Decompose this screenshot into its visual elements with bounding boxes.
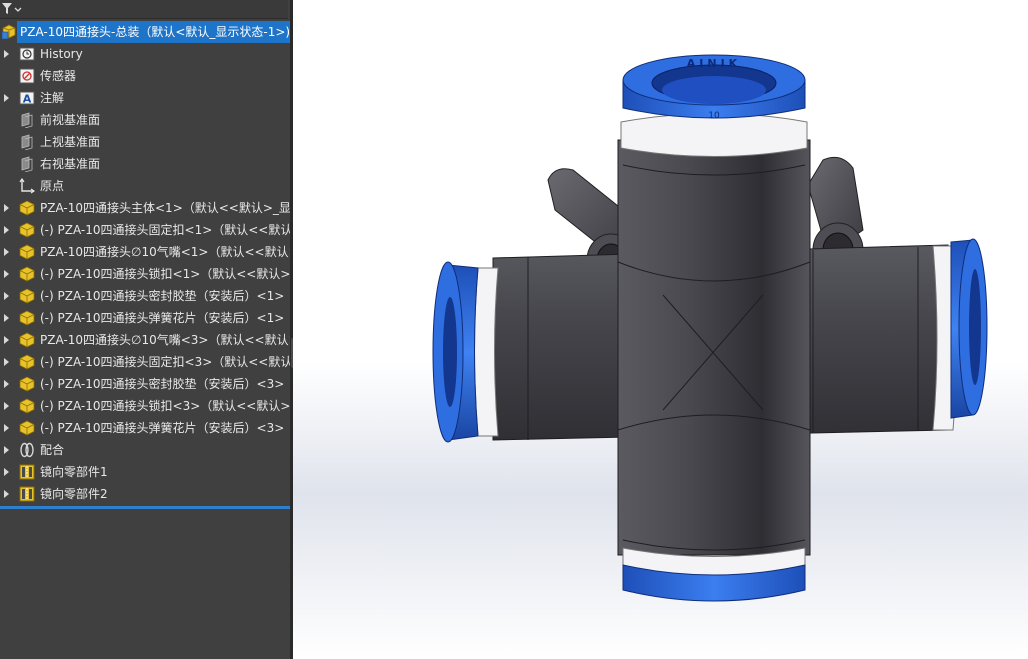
tree-item-12[interactable]: (-) PZA-10四通接头弹簧花片（安装后）<1>（: [0, 307, 292, 329]
tree-item-label: (-) PZA-10四通接头密封胶垫（安装后）<1>（: [40, 289, 292, 303]
tree-item-label: PZA-10四通接头∅10气嘴<1>（默认<<默认>_: [40, 245, 292, 259]
expand-arrow-icon[interactable]: [2, 373, 10, 395]
svg-text:A: A: [23, 93, 32, 106]
tree-item-16[interactable]: (-) PZA-10四通接头锁扣<3>（默认<<默认>_显: [0, 395, 292, 417]
feature-tree-panel: PZA-10四通接头-总装（默认<默认_显示状态-1>) History 传感器 A…: [0, 0, 292, 659]
filter-button[interactable]: [1, 1, 23, 17]
tree-item-20[interactable]: 镜向零部件2: [0, 483, 292, 505]
mirror-component-icon: [19, 464, 35, 480]
tree-item-label: (-) PZA-10四通接头固定扣<3>（默认<<默认>_: [40, 355, 292, 369]
tree-item-2[interactable]: A 注解: [0, 87, 292, 109]
tree-item-label: 镜向零部件1: [40, 465, 108, 479]
expand-arrow-icon[interactable]: [2, 241, 10, 263]
mirror-component-icon: [19, 486, 35, 502]
tree-item-label: PZA-10四通接头∅10气嘴<3>（默认<<默认>_: [40, 333, 292, 347]
tree-item-19[interactable]: 镜向零部件1: [0, 461, 292, 483]
expand-arrow-icon[interactable]: [2, 395, 10, 417]
tree-item-label: 前视基准面: [40, 113, 101, 127]
pza10-cross-fitting-model: AINIK 10: [432, 54, 988, 602]
tree-item-14[interactable]: (-) PZA-10四通接头固定扣<3>（默认<<默认>_: [0, 351, 292, 373]
tree-root-assembly[interactable]: PZA-10四通接头-总装（默认<默认_显示状态-1>): [0, 21, 292, 43]
tree-item-label: 注解: [40, 91, 65, 105]
plane-icon: [19, 134, 35, 151]
plane-icon: [19, 156, 35, 173]
feature-tree: PZA-10四通接头-总装（默认<默认_显示状态-1>) History 传感器 A…: [0, 21, 292, 505]
tree-item-label: (-) PZA-10四通接头弹簧花片（安装后）<1>（: [40, 311, 292, 325]
tree-item-11[interactable]: (-) PZA-10四通接头密封胶垫（安装后）<1>（: [0, 285, 292, 307]
part-icon: [19, 332, 35, 348]
tree-item-17[interactable]: (-) PZA-10四通接头弹簧花片（安装后）<3>（: [0, 417, 292, 439]
part-icon: [19, 288, 35, 304]
part-icon: [19, 244, 35, 260]
part-icon: [19, 376, 35, 392]
origin-icon: [19, 177, 36, 194]
tree-item-label: 上视基准面: [40, 135, 101, 149]
annotation-icon: A: [19, 90, 35, 106]
expand-arrow-icon[interactable]: [2, 461, 10, 483]
part-icon: [19, 222, 35, 238]
filter-icon: [2, 3, 22, 14]
sensor-icon: [19, 68, 35, 84]
tree-item-10[interactable]: (-) PZA-10四通接头锁扣<1>（默认<<默认>_显: [0, 263, 292, 285]
part-icon: [19, 200, 35, 216]
tree-item-label: 配合: [40, 443, 65, 457]
tree-item-7[interactable]: PZA-10四通接头主体<1>（默认<<默认>_显示: [0, 197, 292, 219]
tree-item-label: (-) PZA-10四通接头锁扣<1>（默认<<默认>_显: [40, 267, 292, 281]
expand-arrow-icon[interactable]: [2, 329, 10, 351]
collet-size-text: 10: [708, 111, 720, 121]
tree-item-label: 镜向零部件2: [40, 487, 108, 501]
tree-item-label: PZA-10四通接头主体<1>（默认<<默认>_显示: [40, 201, 292, 215]
expand-arrow-icon[interactable]: [2, 307, 10, 329]
assembly-icon: [1, 24, 16, 40]
tree-end-separator: [0, 506, 292, 509]
tree-item-1[interactable]: 传感器: [0, 65, 292, 87]
left-seal-ring: [474, 267, 499, 437]
mates-icon: [19, 442, 35, 458]
expand-arrow-icon[interactable]: [2, 483, 10, 505]
part-icon: [19, 266, 35, 282]
tree-item-15[interactable]: (-) PZA-10四通接头密封胶垫（安装后）<3>（: [0, 373, 292, 395]
tree-item-5[interactable]: 右视基准面: [0, 153, 292, 175]
tree-item-label: 传感器: [40, 69, 77, 83]
part-icon: [19, 354, 35, 370]
tree-item-8[interactable]: (-) PZA-10四通接头固定扣<1>（默认<<默认>_: [0, 219, 292, 241]
part-icon: [19, 420, 35, 436]
right-collet: [950, 238, 988, 419]
expand-arrow-icon[interactable]: [2, 43, 10, 65]
expand-arrow-icon[interactable]: [2, 87, 10, 109]
tree-item-9[interactable]: PZA-10四通接头∅10气嘴<1>（默认<<默认>_: [0, 241, 292, 263]
expand-arrow-icon[interactable]: [2, 263, 10, 285]
part-icon: [19, 310, 35, 326]
tree-item-label: 原点: [40, 179, 65, 193]
tree-item-label: (-) PZA-10四通接头密封胶垫（安装后）<3>（: [40, 377, 292, 391]
vertical-arm: [617, 139, 811, 556]
expand-arrow-icon[interactable]: [2, 351, 10, 373]
tree-item-label: (-) PZA-10四通接头锁扣<3>（默认<<默认>_显: [40, 399, 292, 413]
expand-arrow-icon[interactable]: [2, 285, 10, 307]
top-collet: AINIK 10: [622, 54, 806, 121]
tree-item-label: 右视基准面: [40, 157, 101, 171]
tree-item-13[interactable]: PZA-10四通接头∅10气嘴<3>（默认<<默认>_: [0, 329, 292, 351]
tree-filter-bar: [0, 0, 288, 19]
tree-item-label: History: [40, 47, 83, 61]
part-icon: [19, 398, 35, 414]
tree-item-6[interactable]: 原点: [0, 175, 292, 197]
tree-item-label: (-) PZA-10四通接头固定扣<1>（默认<<默认>_: [40, 223, 292, 237]
history-icon: [19, 46, 35, 62]
tree-item-label: (-) PZA-10四通接头弹簧花片（安装后）<3>（: [40, 421, 292, 435]
expand-arrow-icon[interactable]: [2, 219, 10, 241]
tree-item-4[interactable]: 上视基准面: [0, 131, 292, 153]
tree-item-0[interactable]: History: [0, 43, 292, 65]
plane-icon: [19, 112, 35, 129]
graphics-viewport[interactable]: AINIK 10: [293, 0, 1028, 659]
tree-root-label: PZA-10四通接头-总装（默认<默认_显示状态-1>): [17, 21, 292, 43]
left-collet: [432, 261, 479, 443]
expand-arrow-icon[interactable]: [2, 417, 10, 439]
tree-item-3[interactable]: 前视基准面: [0, 109, 292, 131]
collet-brand-text: AINIK: [687, 57, 741, 70]
tree-item-18[interactable]: 配合: [0, 439, 292, 461]
expand-arrow-icon[interactable]: [2, 439, 10, 461]
expand-arrow-icon[interactable]: [2, 197, 10, 219]
